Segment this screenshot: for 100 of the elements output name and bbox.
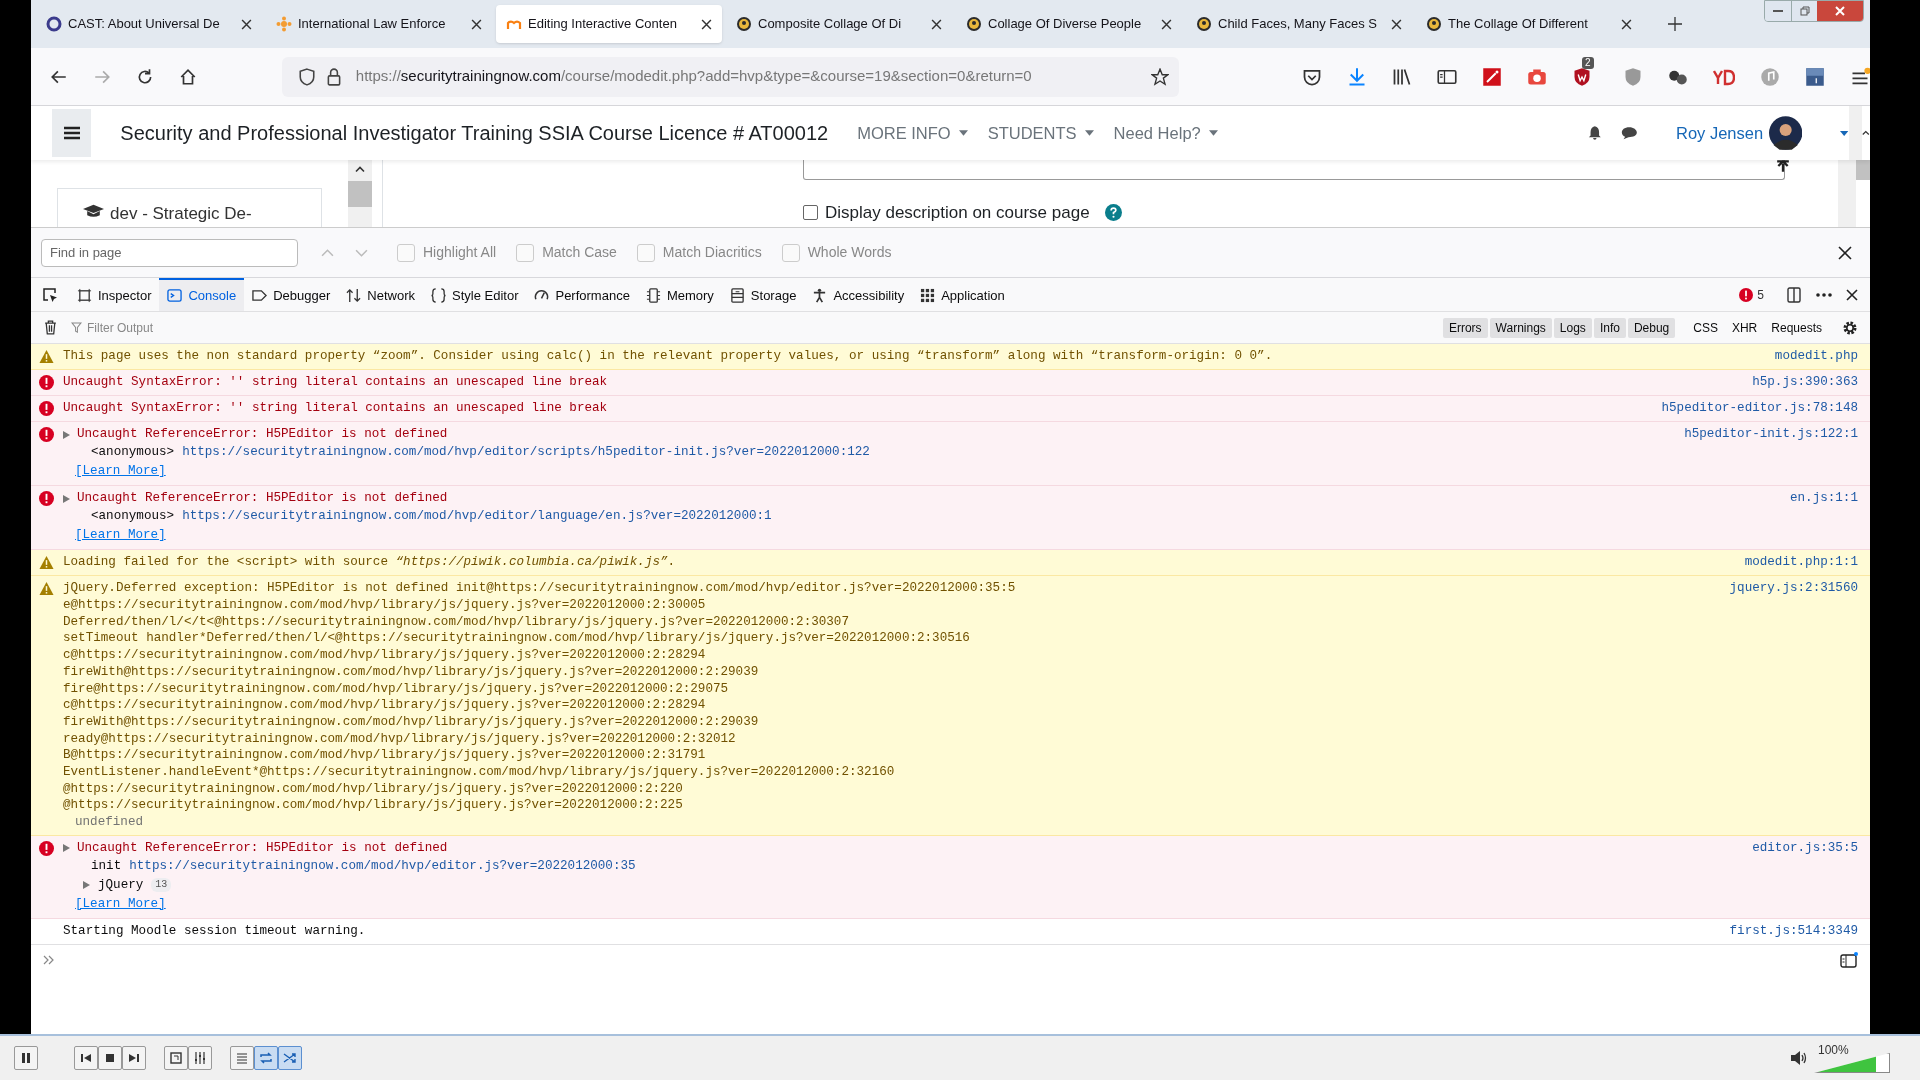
speaker-icon[interactable] [1790,1050,1808,1066]
player-button[interactable] [122,1046,146,1070]
learn-more-link[interactable]: [Learn More] [75,896,166,911]
browser-tab[interactable]: The Collage Of Different [1416,5,1642,43]
trash-icon[interactable] [44,320,57,335]
source-link[interactable]: first.js:514:3349 [1729,922,1858,940]
find-field[interactable]: Find in page [41,238,298,267]
close-icon[interactable] [1161,18,1172,30]
browser-tab[interactable]: Editing Interactive Conten [496,5,722,43]
source-link[interactable]: https://securitytrainingnow.com/mod/hvp/editor/scripts/h5peditor-init.js?ver=2022012000:122 [182,443,870,462]
nav-menu[interactable]: MORE INFO [857,120,968,146]
more-icon[interactable] [1816,292,1832,297]
source-link[interactable]: h5p.js:390:363 [1752,374,1858,391]
nav-menu[interactable]: STUDENTS [987,120,1094,146]
minimize-button[interactable] [1765,1,1791,21]
browser-tab[interactable]: Composite Collage Of Di [726,5,952,43]
close-window-button[interactable] [1817,1,1863,21]
source-link[interactable]: en.js:1:1 [1789,490,1858,507]
devtools-tab[interactable]: Inspector [69,278,160,311]
close-icon[interactable] [471,18,482,30]
expand-arrow-icon[interactable] [63,844,70,853]
filter-button[interactable]: CSS [1687,317,1724,338]
wand-icon[interactable] [1482,66,1502,87]
devtools-tab[interactable]: Style Editor [423,278,527,311]
user-name[interactable]: Roy Jensen [1676,120,1764,146]
nav-menu[interactable]: Need Help? [1113,120,1218,146]
reload-icon[interactable] [136,67,154,86]
source-link[interactable]: h5peditor-editor.js:78:148 [1661,400,1858,417]
sidebar-item[interactable]: dev - Strategic De- [57,188,322,227]
browser-tab[interactable]: CAST: About Universal De [36,5,262,43]
scroll-up-icon[interactable] [1862,129,1870,137]
filter-button[interactable]: Errors [1442,317,1488,338]
scrollbar-thumb[interactable] [1856,160,1870,180]
devtools-tab[interactable]: Debugger [244,278,339,311]
learn-more-link[interactable]: [Learn More] [75,528,166,542]
player-button[interactable] [74,1046,98,1070]
browser-tab[interactable]: Child Faces, Many Faces S [1186,5,1412,43]
extension-button[interactable]: 2 [1572,56,1598,87]
expand-arrow-icon[interactable] [63,430,70,439]
filter-button[interactable]: Debug [1627,317,1676,338]
checkbox[interactable] [803,205,818,221]
close-icon[interactable] [241,18,252,30]
devtools-tab[interactable]: Console [159,278,245,311]
address-bar[interactable]: https://securitytrainingnow.com/course/modedit.php?add=hvp&type=&course=19&section=0&return=0 [281,56,1179,97]
devtools-tab[interactable]: Application [912,278,1013,311]
learn-more-link[interactable]: [Learn More] [75,464,166,478]
scroll-up-icon[interactable] [355,166,365,173]
close-icon[interactable] [1621,18,1632,30]
close-icon[interactable] [931,18,942,30]
filter-field[interactable]: Filter Output [87,318,471,337]
element-picker-icon[interactable] [42,286,58,303]
devtools-tab[interactable]: Performance [526,278,638,311]
filter-button[interactable]: Info [1593,317,1626,338]
caret-icon[interactable] [958,130,968,136]
source-link[interactable]: https://securitytrainingnow.com/mod/hvp/editor.js?ver=2022012000:35 [129,856,636,876]
close-icon[interactable] [1846,288,1858,301]
expand-arrow-icon[interactable] [83,881,90,890]
restore-button[interactable] [1791,1,1817,21]
filter-button[interactable]: Requests [1765,317,1828,338]
devtools-tab[interactable]: Accessibility [804,278,913,311]
source-link[interactable]: jquery.js:2:31560 [1729,580,1858,597]
close-icon[interactable] [1838,245,1852,260]
download-icon[interactable] [1347,66,1367,87]
settings-icon[interactable] [1842,319,1858,336]
media-tile-icon[interactable] [1805,66,1825,87]
caret-icon[interactable] [1084,130,1094,136]
source-link[interactable]: editor.js:35:5 [1752,839,1858,857]
player-button[interactable] [188,1046,212,1070]
help-icon[interactable] [1104,204,1122,222]
library-icon[interactable] [1392,66,1412,87]
lock-icon[interactable] [325,67,342,86]
editor-mode-icon[interactable] [1840,951,1858,968]
browser-tab[interactable]: International Law Enforce [266,5,492,43]
expand-arrow-icon[interactable] [63,494,70,503]
star-icon[interactable] [1151,67,1169,86]
upload-icon[interactable] [1776,160,1790,172]
home-icon[interactable] [179,67,197,86]
devtools-tab[interactable]: Memory [637,278,722,311]
chat-icon[interactable] [1621,124,1638,142]
scrollbar-thumb[interactable] [348,181,372,207]
source-link[interactable]: modedit.php [1774,348,1858,365]
filter-button[interactable]: XHR [1725,317,1764,338]
devtools-tab[interactable]: Network [338,278,423,311]
browser-tab[interactable]: Collage Of Diverse People [956,5,1182,43]
shield-icon[interactable] [297,67,316,86]
bell-icon[interactable] [1587,123,1602,143]
menu-icon[interactable] [1850,66,1870,87]
caret-icon[interactable] [1208,130,1218,136]
close-icon[interactable] [701,18,712,30]
dock-icon[interactable] [1786,286,1802,303]
filter-button[interactable]: Warnings [1489,317,1552,338]
source-link[interactable]: https://securitytrainingnow.com/mod/hvp/editor/language/en.js?ver=2022012000:1 [182,507,772,526]
new-tab-icon[interactable] [1668,17,1682,31]
caret-icon[interactable] [1840,129,1849,137]
close-icon[interactable] [1391,18,1402,30]
error-count[interactable]: 5 [1739,285,1764,304]
player-button[interactable] [14,1046,38,1070]
source-link[interactable]: modedit.php:1:1 [1744,554,1858,571]
filter-button[interactable]: Logs [1553,317,1592,338]
player-button[interactable] [98,1046,122,1070]
